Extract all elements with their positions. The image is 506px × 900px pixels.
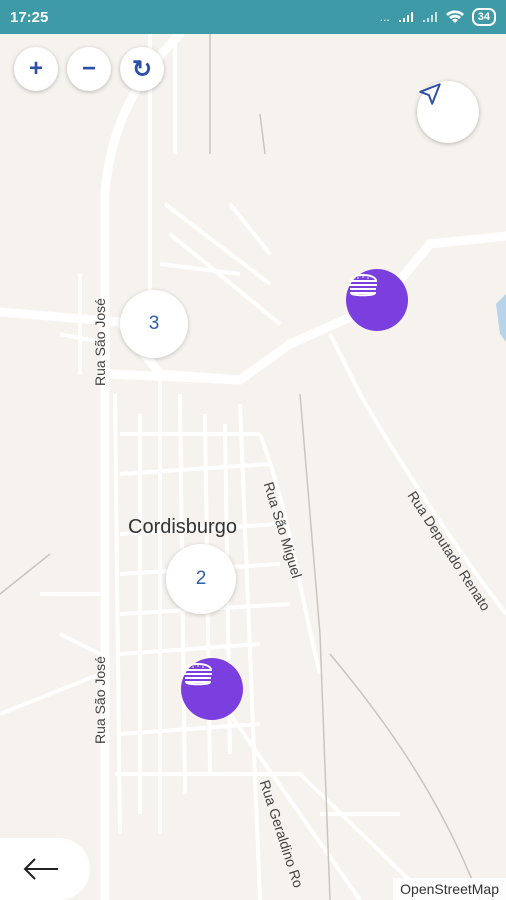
signal-icon (398, 12, 413, 22)
refresh-button[interactable]: ↻ (120, 47, 164, 91)
status-bar: 17:25 ... 34 (0, 0, 506, 34)
cluster-marker[interactable]: 3 (120, 290, 188, 358)
refresh-icon: ↻ (131, 55, 153, 83)
cluster-count: 2 (195, 568, 207, 589)
burger-poi-marker[interactable] (181, 658, 243, 720)
navigation-arrow-icon (419, 83, 441, 105)
zoom-in-label: + (28, 55, 43, 82)
arrow-left-icon (23, 858, 58, 880)
burger-poi-marker[interactable] (346, 269, 408, 331)
back-button[interactable] (0, 838, 90, 900)
burger-icon (348, 274, 378, 297)
map-view[interactable]: + − ↻ Cordisburgo Rua São José Rua São J… (0, 34, 506, 900)
status-time: 17:25 (10, 8, 49, 26)
zoom-in-button[interactable]: + (14, 47, 58, 91)
status-icons: ... 34 (380, 8, 496, 26)
cluster-count: 3 (148, 313, 160, 334)
zoom-out-button[interactable]: − (67, 47, 111, 91)
map-attribution[interactable]: OpenStreetMap (393, 878, 506, 900)
wifi-icon (445, 10, 464, 23)
street-network (0, 34, 506, 900)
signal-dots: ... (379, 10, 390, 24)
town-label: Cordisburgo (128, 516, 237, 538)
locate-button[interactable] (417, 81, 479, 143)
burger-icon (183, 663, 213, 686)
signal-icon-2 (422, 12, 437, 22)
zoom-out-label: − (81, 55, 96, 82)
street-label-rua-sao-jose-bottom: Rua São José (92, 656, 108, 744)
cluster-marker[interactable]: 2 (166, 544, 236, 614)
battery-indicator: 34 (471, 8, 496, 26)
street-label-rua-sao-jose-top: Rua São José (92, 298, 108, 386)
